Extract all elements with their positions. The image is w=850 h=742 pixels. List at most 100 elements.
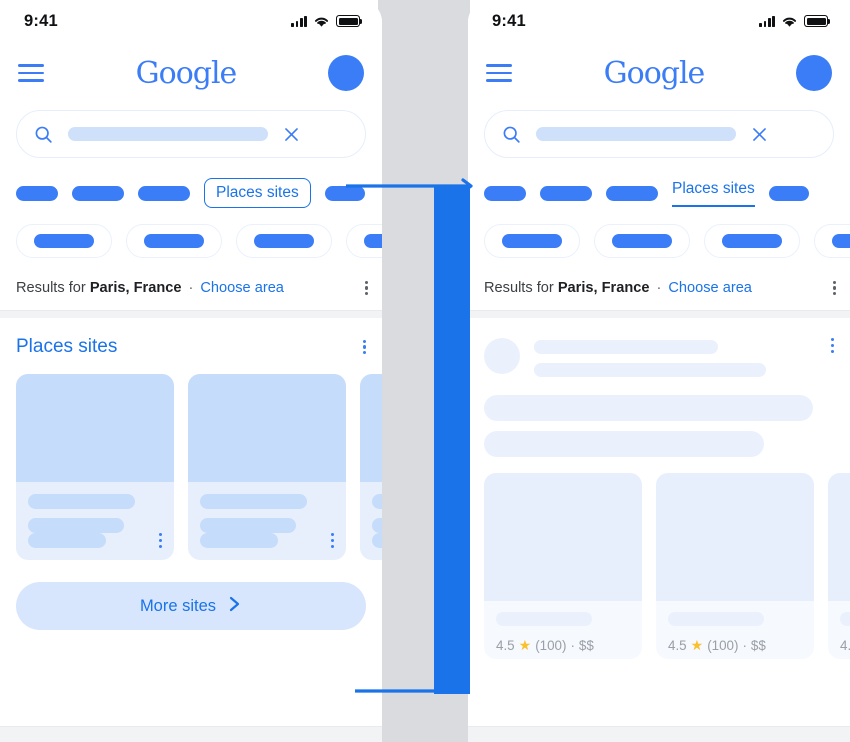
card-image-placeholder: [360, 374, 382, 482]
rating-value: 4.5: [496, 638, 515, 653]
rating-value: 4.5: [668, 638, 687, 653]
more-vert-icon[interactable]: [832, 280, 836, 296]
tab-placeholder[interactable]: [138, 185, 190, 201]
more-sites-button[interactable]: More sites: [16, 582, 366, 630]
status-bar-icons: [759, 15, 831, 28]
search-input[interactable]: [68, 127, 268, 141]
more-vert-icon[interactable]: [330, 533, 334, 548]
phone-mockup-left: 9:41 Google Places sites Results for Par…: [0, 0, 382, 742]
more-vert-icon[interactable]: [364, 280, 368, 296]
battery-icon: [804, 15, 831, 27]
chevron-right-icon: [228, 595, 242, 618]
results-location: Paris, France: [89, 280, 182, 296]
more-sites-label: More sites: [139, 596, 217, 615]
card-title-placeholder: [200, 494, 308, 509]
tab-places-sites[interactable]: Places sites: [672, 180, 755, 207]
place-card[interactable]: [360, 374, 382, 560]
status-bar-icons: [291, 15, 363, 28]
filter-chip[interactable]: [484, 224, 580, 258]
card-title-placeholder: [668, 612, 765, 626]
search-icon: [33, 124, 54, 145]
rating-reviews: (100): [535, 638, 567, 653]
filter-chip[interactable]: [814, 224, 850, 258]
card-meta-placeholder: [372, 533, 382, 548]
app-bar-right: Google: [468, 42, 850, 104]
results-location-bar-left: Results for Paris, France · Choose area: [0, 280, 382, 296]
card-meta-placeholder: [28, 533, 106, 548]
background-band: [378, 0, 470, 742]
more-vert-icon[interactable]: [158, 533, 162, 548]
star-icon: ★: [518, 637, 532, 653]
skeleton-block: [484, 395, 813, 421]
results-separator: ·: [656, 280, 662, 296]
filter-chip[interactable]: [126, 224, 222, 258]
search-bar-left[interactable]: [16, 110, 366, 158]
filter-chip[interactable]: [346, 224, 382, 258]
tab-placeholder[interactable]: [606, 185, 658, 201]
card-rating: 4.5 ★ (100) · $$: [496, 637, 630, 654]
hamburger-menu-icon[interactable]: [18, 64, 44, 82]
filter-chip[interactable]: [16, 224, 112, 258]
more-vert-icon[interactable]: [830, 338, 834, 353]
star-icon: ★: [690, 637, 704, 653]
card-image-placeholder: [484, 473, 642, 601]
tab-placeholder[interactable]: [324, 185, 365, 201]
card-image-placeholder: [656, 473, 814, 601]
card-meta-placeholder: [200, 533, 278, 548]
google-logo-text: Google: [135, 55, 238, 91]
bottom-divider: [0, 726, 382, 742]
card-title-placeholder: [840, 612, 850, 626]
account-avatar[interactable]: [328, 55, 364, 91]
price-level: $$: [750, 638, 766, 653]
card-image-placeholder: [188, 374, 346, 482]
close-icon[interactable]: [750, 125, 769, 144]
choose-area-link[interactable]: Choose area: [668, 280, 752, 296]
status-bar-time: 9:41: [24, 11, 58, 30]
tab-placeholder[interactable]: [484, 185, 526, 201]
tabs-row-left: Places sites: [0, 176, 382, 210]
place-card[interactable]: [188, 374, 346, 560]
results-location: Paris, France: [557, 280, 650, 296]
skeleton-subtitle-line: [534, 363, 766, 377]
section-title: Places sites: [16, 336, 118, 357]
account-avatar[interactable]: [796, 55, 832, 91]
place-card[interactable]: [16, 374, 174, 560]
section-divider: [468, 310, 850, 318]
filters-row-right: [468, 224, 850, 258]
results-separator: ·: [188, 280, 194, 296]
more-vert-icon[interactable]: [362, 339, 366, 355]
place-card[interactable]: 4.5 ★ (100) · $$: [828, 473, 850, 659]
place-card[interactable]: 4.5 ★ (100) · $$: [484, 473, 642, 659]
wifi-icon: [314, 17, 329, 27]
search-input[interactable]: [536, 127, 736, 141]
section-header: Places sites: [16, 336, 366, 358]
places-card-list: [16, 374, 382, 560]
price-level: $$: [578, 638, 594, 653]
filter-chip[interactable]: [236, 224, 332, 258]
tab-placeholder[interactable]: [72, 185, 124, 201]
rating-value: 4.5: [840, 638, 850, 653]
skeleton-header: [468, 318, 850, 377]
tab-places-sites[interactable]: Places sites: [204, 178, 311, 208]
place-card[interactable]: 4.5 ★ (100) · $$: [656, 473, 814, 659]
tab-placeholder[interactable]: [16, 185, 58, 201]
tabs-row-right: Places sites: [468, 176, 850, 210]
card-image-placeholder: [16, 374, 174, 482]
tab-placeholder[interactable]: [768, 185, 809, 201]
comparison-stage: 9:41 Google Places sites Results for Par…: [0, 0, 850, 742]
results-prefix: Results for: [484, 280, 554, 296]
card-title-placeholder: [496, 612, 593, 626]
filter-chip[interactable]: [594, 224, 690, 258]
close-icon[interactable]: [282, 125, 301, 144]
app-bar-left: Google: [0, 42, 382, 104]
search-bar-right[interactable]: [484, 110, 834, 158]
card-subtitle-placeholder: [372, 518, 382, 533]
status-bar-left: 9:41: [0, 0, 382, 42]
cellular-signal-icon: [759, 15, 775, 27]
filter-chip[interactable]: [704, 224, 800, 258]
tab-placeholder[interactable]: [540, 185, 592, 201]
filters-row-left: [0, 224, 382, 258]
hamburger-menu-icon[interactable]: [486, 64, 512, 82]
card-title-placeholder: [372, 494, 382, 509]
choose-area-link[interactable]: Choose area: [200, 280, 284, 296]
